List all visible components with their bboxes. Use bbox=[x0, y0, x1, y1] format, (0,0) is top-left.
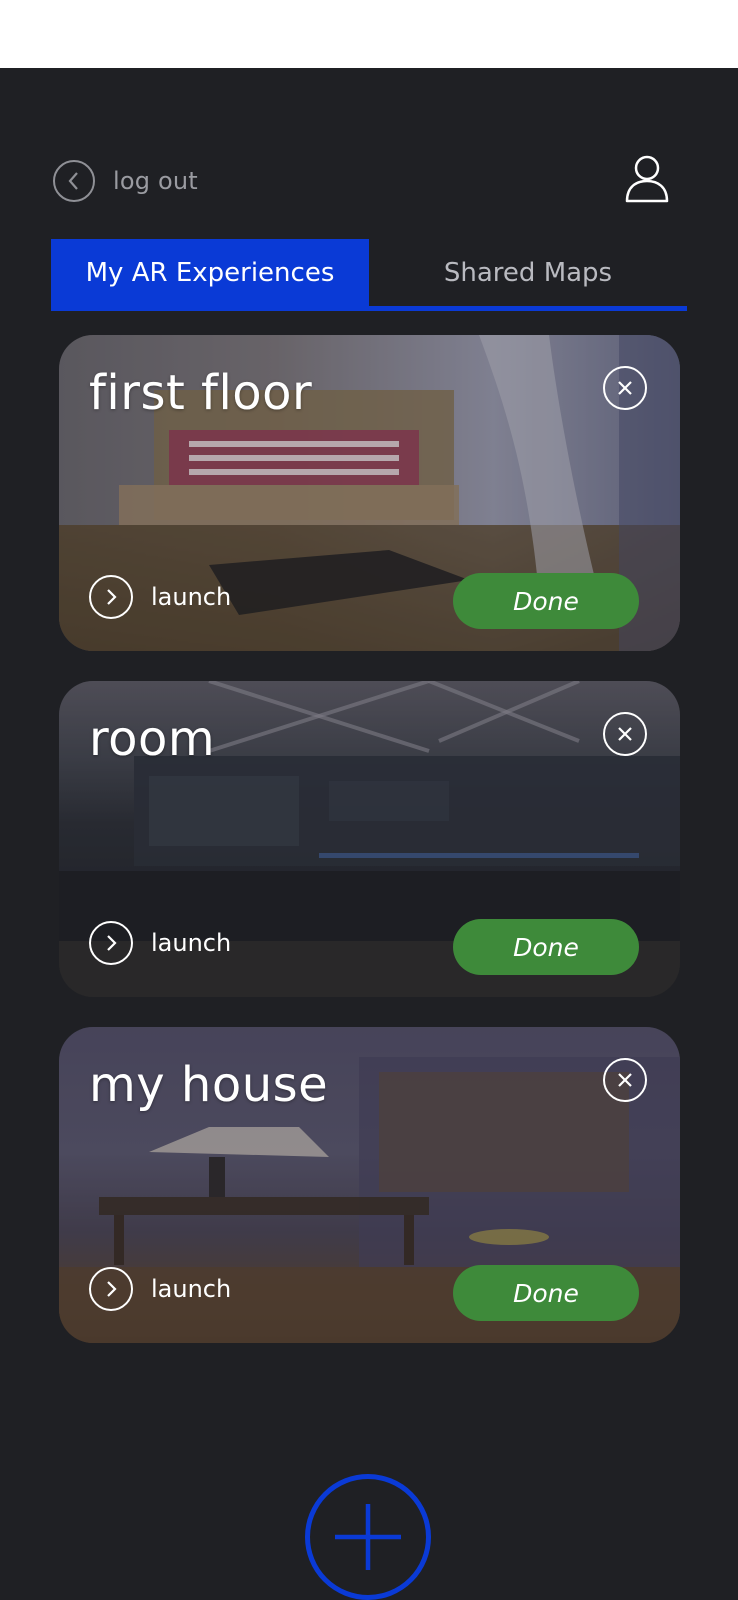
experience-title: first floor bbox=[89, 365, 313, 421]
launch-button[interactable]: launch bbox=[89, 920, 231, 966]
tab-bar: My AR Experiences Shared Maps bbox=[51, 239, 687, 313]
experience-title: my house bbox=[89, 1057, 329, 1113]
close-icon[interactable] bbox=[603, 1058, 647, 1102]
experience-card[interactable]: room launch Done bbox=[59, 681, 680, 997]
logout-button[interactable]: log out bbox=[53, 158, 198, 204]
done-button[interactable]: Done bbox=[453, 1265, 639, 1321]
experience-card[interactable]: my house launch Done bbox=[59, 1027, 680, 1343]
add-experience-button[interactable] bbox=[305, 1474, 431, 1600]
launch-button[interactable]: launch bbox=[89, 574, 231, 620]
done-button[interactable]: Done bbox=[453, 573, 639, 629]
chevron-left-icon bbox=[53, 160, 95, 202]
launch-button[interactable]: launch bbox=[89, 1266, 231, 1312]
status-bar-area bbox=[0, 0, 738, 68]
tab-my-ar-experiences[interactable]: My AR Experiences bbox=[51, 239, 369, 307]
launch-label: launch bbox=[151, 929, 232, 957]
experience-title: room bbox=[89, 711, 216, 767]
logout-label: log out bbox=[113, 167, 198, 195]
chevron-right-icon bbox=[89, 921, 133, 965]
user-icon[interactable] bbox=[624, 154, 670, 204]
done-button[interactable]: Done bbox=[453, 919, 639, 975]
tab-shared-maps[interactable]: Shared Maps bbox=[369, 239, 687, 307]
chevron-right-icon bbox=[89, 575, 133, 619]
launch-label: launch bbox=[151, 1275, 232, 1303]
launch-label: launch bbox=[151, 583, 232, 611]
close-icon[interactable] bbox=[603, 366, 647, 410]
tab-underline bbox=[51, 306, 687, 311]
app-screen: log out My AR Experiences Shared Maps fi… bbox=[0, 68, 738, 1600]
close-icon[interactable] bbox=[603, 712, 647, 756]
chevron-right-icon bbox=[89, 1267, 133, 1311]
plus-icon bbox=[335, 1504, 401, 1570]
experience-card[interactable]: first floor launch Done bbox=[59, 335, 680, 651]
